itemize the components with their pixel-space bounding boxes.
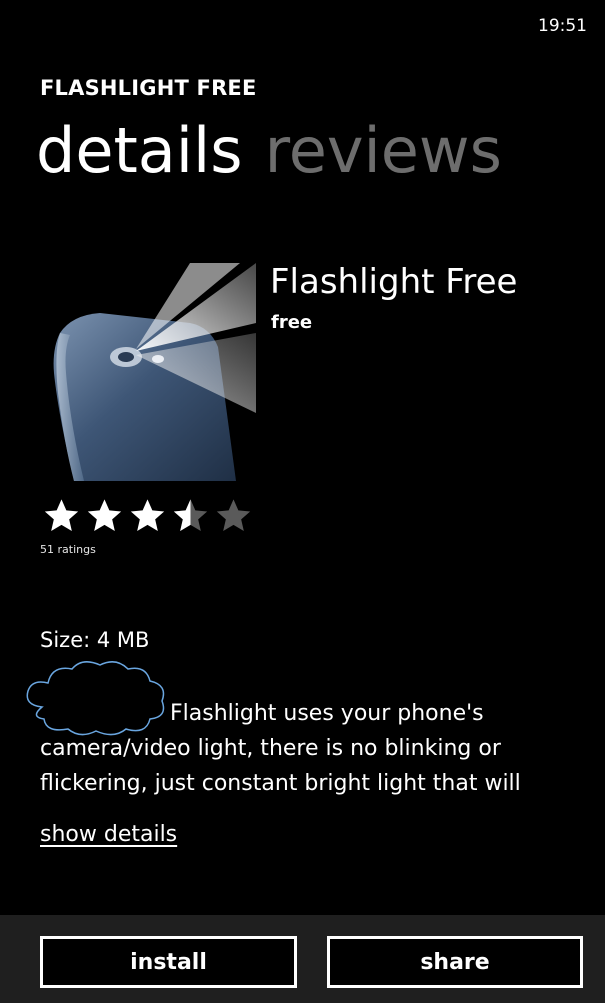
star-empty-icon bbox=[212, 496, 255, 536]
app-price: free bbox=[271, 312, 313, 333]
app-size: Size: 4 MB bbox=[40, 628, 150, 652]
app-name: Flashlight Free bbox=[270, 262, 518, 302]
show-details-link[interactable]: show details bbox=[40, 822, 177, 847]
star-rating bbox=[40, 496, 255, 536]
app-icon bbox=[40, 263, 256, 481]
status-bar: 19:51 bbox=[0, 0, 605, 40]
app-title: FLASHLIGHT FREE bbox=[40, 76, 257, 100]
install-button[interactable]: install bbox=[40, 936, 297, 988]
app-bar: install share bbox=[0, 915, 605, 1003]
star-icon bbox=[83, 496, 126, 536]
share-button[interactable]: share bbox=[327, 936, 583, 988]
star-icon bbox=[126, 496, 169, 536]
ratings-count: 51 ratings bbox=[40, 543, 96, 556]
star-half-icon bbox=[169, 496, 212, 536]
pivot-header: details reviews bbox=[36, 120, 524, 182]
tab-details[interactable]: details bbox=[36, 120, 243, 182]
clock: 19:51 bbox=[538, 16, 587, 36]
description-line: flickering, just constant bright light t… bbox=[40, 771, 521, 796]
tab-reviews[interactable]: reviews bbox=[265, 120, 502, 182]
redaction-cloud bbox=[22, 657, 168, 737]
star-icon bbox=[40, 496, 83, 536]
